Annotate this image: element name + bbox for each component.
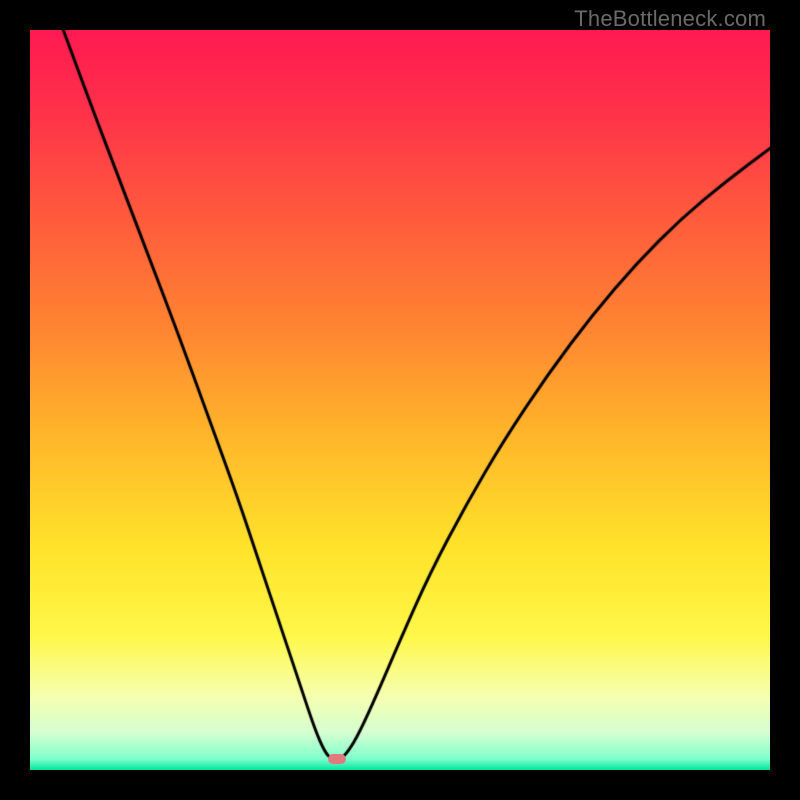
- watermark-text: TheBottleneck.com: [574, 6, 766, 32]
- plot-area: [30, 30, 770, 770]
- figure: TheBottleneck.com: [0, 0, 800, 800]
- optimal-point-marker: [328, 754, 346, 764]
- bottleneck-curve: [30, 30, 770, 770]
